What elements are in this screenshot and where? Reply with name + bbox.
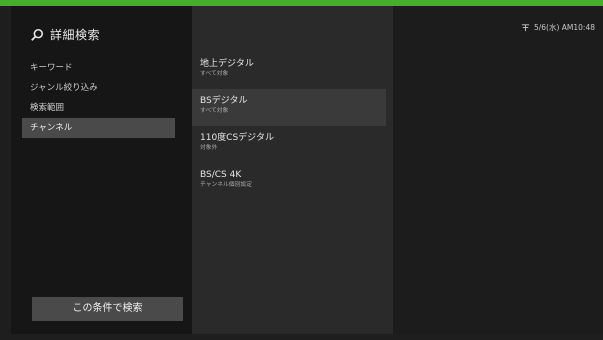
right-pane [393, 6, 603, 334]
menu-item-keyword[interactable]: キーワード [30, 58, 183, 78]
channel-name: 地上デジタル [200, 59, 254, 69]
search-icon [31, 28, 44, 41]
menu-item-channel[interactable]: チャンネル [22, 118, 175, 138]
channel-status: すべて対象 [200, 71, 229, 77]
channel-status: すべて対象 [200, 108, 229, 114]
channel-status: 対象外 [200, 145, 218, 151]
antenna-icon [521, 24, 530, 32]
search-with-conditions-button[interactable]: この条件で検索 [32, 297, 183, 321]
menu-item-search-range[interactable]: 検索範囲 [30, 98, 183, 118]
status-bar: 5/6(水) AM10:48 [521, 22, 595, 33]
channel-name: BS/CS 4K [200, 170, 242, 180]
datetime: 5/6(水) AM10:48 [533, 23, 595, 32]
channel-name: BSデジタル [200, 96, 248, 106]
channel-item-bs[interactable]: BSデジタル すべて対象 [192, 89, 386, 126]
channel-list: 地上デジタル すべて対象 BSデジタル すべて対象 110度CSデジタル 対象外… [192, 52, 386, 200]
menu-item-genre[interactable]: ジャンル絞り込み [30, 78, 183, 98]
left-pane [11, 6, 192, 334]
channel-item-terrestrial[interactable]: 地上デジタル すべて対象 [192, 52, 386, 89]
channel-item-cs110[interactable]: 110度CSデジタル 対象外 [192, 126, 386, 163]
page-title-text: 詳細検索 [50, 28, 101, 42]
filter-menu: キーワード ジャンル絞り込み 検索範囲 チャンネル [22, 58, 183, 138]
page-title: 詳細検索 [30, 26, 100, 43]
channel-name: 110度CSデジタル [200, 133, 274, 143]
channel-item-bs-cs-4k[interactable]: BS/CS 4K チャンネル個別設定 [192, 163, 386, 200]
channel-status: チャンネル個別設定 [200, 182, 252, 188]
